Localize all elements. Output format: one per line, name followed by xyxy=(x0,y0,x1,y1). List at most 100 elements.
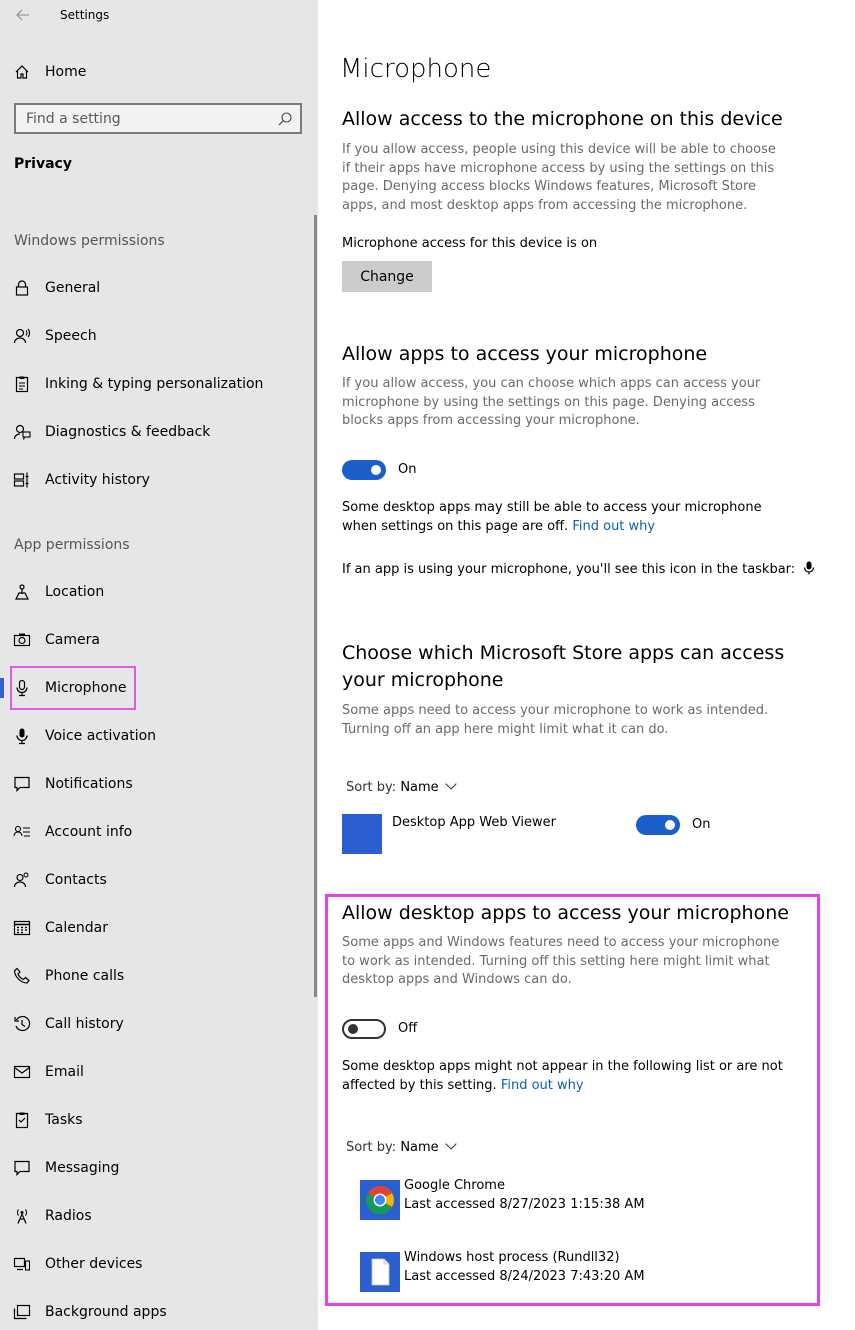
sidebar-item-home[interactable]: Home xyxy=(0,52,300,92)
sidebar-item-speech[interactable]: Speech xyxy=(0,316,300,356)
store-apps-description: Some apps need to access your microphone… xyxy=(342,703,769,737)
sidebar-item-label: Phone calls xyxy=(45,968,125,984)
sidebar: Settings Home Find a setting Privacy Win… xyxy=(0,0,318,1330)
sidebar-item-phone-calls[interactable]: Phone calls xyxy=(0,956,300,996)
mail-icon xyxy=(13,1063,31,1081)
sidebar-item-account-info[interactable]: Account info xyxy=(0,812,300,852)
sidebar-item-tasks[interactable]: Tasks xyxy=(0,1100,300,1140)
notification-icon xyxy=(13,775,31,793)
radio-icon xyxy=(13,1207,31,1225)
home-icon xyxy=(13,63,31,81)
find-out-why-link[interactable]: Find out why xyxy=(572,519,655,534)
sidebar-item-label: Camera xyxy=(45,632,100,648)
sidebar-item-call-history[interactable]: Call history xyxy=(0,1004,300,1044)
sidebar-item-label: Contacts xyxy=(45,872,107,888)
lock-icon xyxy=(13,279,31,297)
feedback-icon xyxy=(13,423,31,441)
location-icon xyxy=(13,583,31,601)
history-icon xyxy=(13,1015,31,1033)
sidebar-scrollbar[interactable] xyxy=(314,215,317,997)
sidebar-item-background-apps[interactable]: Background apps xyxy=(0,1292,300,1330)
change-button[interactable]: Change xyxy=(342,261,432,292)
sidebar-item-activity-history[interactable]: Activity history xyxy=(0,460,300,500)
sort-value: Name xyxy=(400,780,439,795)
search-icon[interactable] xyxy=(277,111,293,127)
speech-icon xyxy=(13,327,31,345)
sidebar-item-label: Account info xyxy=(45,824,133,840)
sidebar-item-label: Location xyxy=(45,584,105,600)
sidebar-item-label: Speech xyxy=(45,328,97,344)
store-apps-heading-line2: your microphone xyxy=(342,669,504,691)
sidebar-item-camera[interactable]: Camera xyxy=(0,620,300,660)
sidebar-item-label: Home xyxy=(45,64,87,80)
apps-access-note-text: Some desktop apps may still be able to a… xyxy=(342,500,762,534)
device-access-heading: Allow access to the microphone on this d… xyxy=(342,108,783,130)
taskbar-note: If an app is using your microphone, you'… xyxy=(342,561,822,582)
sidebar-item-notifications[interactable]: Notifications xyxy=(0,764,300,804)
sidebar-item-label: Background apps xyxy=(45,1304,167,1320)
phone-icon xyxy=(13,967,31,985)
highlight-microphone-nav xyxy=(10,666,136,710)
group-windows-permissions: Windows permissions xyxy=(14,233,165,249)
devices-icon xyxy=(13,1255,31,1273)
sidebar-item-radios[interactable]: Radios xyxy=(0,1196,300,1236)
highlight-desktop-apps-section xyxy=(325,894,820,1306)
store-app-toggle[interactable] xyxy=(636,815,680,835)
group-app-permissions: App permissions xyxy=(14,537,130,553)
sidebar-item-label: Inking & typing personalization xyxy=(45,376,264,392)
apps-access-toggle-state: On xyxy=(398,462,417,477)
sidebar-item-inking[interactable]: Inking & typing personalization xyxy=(0,364,300,404)
message-icon xyxy=(13,1159,31,1177)
taskbar-note-text: If an app is using your microphone, you'… xyxy=(342,562,796,577)
sidebar-item-label: Tasks xyxy=(45,1112,83,1128)
chevron-down-icon xyxy=(445,778,457,790)
sidebar-item-messaging[interactable]: Messaging xyxy=(0,1148,300,1188)
sidebar-item-location[interactable]: Location xyxy=(0,572,300,612)
sidebar-item-label: Diagnostics & feedback xyxy=(45,424,211,440)
sidebar-item-label: Other devices xyxy=(45,1256,143,1272)
search-input[interactable]: Find a setting xyxy=(14,103,302,134)
device-access-description: If you allow access, people using this d… xyxy=(342,142,776,213)
sidebar-item-label: General xyxy=(45,280,101,296)
back-arrow-icon[interactable] xyxy=(14,6,32,24)
sidebar-item-label: Notifications xyxy=(45,776,133,792)
contacts-icon xyxy=(13,871,31,889)
store-app-toggle-state: On xyxy=(692,817,711,832)
sidebar-item-label: Voice activation xyxy=(45,728,157,744)
sidebar-item-label: Radios xyxy=(45,1208,92,1224)
timeline-icon xyxy=(13,471,31,489)
microphone-filled-icon xyxy=(13,727,31,745)
account-info-icon xyxy=(13,823,31,841)
sidebar-item-calendar[interactable]: Calendar xyxy=(0,908,300,948)
background-apps-icon xyxy=(13,1303,31,1321)
store-sort-dropdown[interactable]: Sort by: Name xyxy=(346,778,457,795)
apps-access-toggle[interactable] xyxy=(342,460,386,480)
sidebar-item-email[interactable]: Email xyxy=(0,1052,300,1092)
sidebar-item-label: Messaging xyxy=(45,1160,120,1176)
app-tile-icon xyxy=(342,814,382,854)
tasks-icon xyxy=(13,1111,31,1129)
calendar-icon xyxy=(13,919,31,937)
window-title: Settings xyxy=(60,8,110,22)
store-apps-heading: Choose which Microsoft Store apps can ac… xyxy=(342,640,784,694)
sidebar-item-voice-activation[interactable]: Voice activation xyxy=(0,716,300,756)
sidebar-item-contacts[interactable]: Contacts xyxy=(0,860,300,900)
sidebar-item-label: Call history xyxy=(45,1016,124,1032)
sidebar-item-label: Activity history xyxy=(45,472,150,488)
sidebar-item-diagnostics[interactable]: Diagnostics & feedback xyxy=(0,412,300,452)
store-apps-heading-line1: Choose which Microsoft Store apps can ac… xyxy=(342,642,785,664)
search-placeholder: Find a setting xyxy=(26,111,121,127)
selection-indicator xyxy=(0,678,4,698)
page-title: Microphone xyxy=(340,54,492,84)
clipboard-icon xyxy=(13,375,31,393)
store-app-name: Desktop App Web Viewer xyxy=(392,815,556,830)
section-title: Privacy xyxy=(14,156,72,172)
device-access-status: Microphone access for this device is on xyxy=(342,236,598,251)
sidebar-item-label: Calendar xyxy=(45,920,108,936)
camera-icon xyxy=(13,631,31,649)
apps-access-heading: Allow apps to access your microphone xyxy=(342,343,708,365)
apps-access-note: Some desktop apps may still be able to a… xyxy=(342,499,792,536)
microphone-taskbar-icon xyxy=(803,561,815,582)
sidebar-item-general[interactable]: General xyxy=(0,268,300,308)
sidebar-item-other-devices[interactable]: Other devices xyxy=(0,1244,300,1284)
